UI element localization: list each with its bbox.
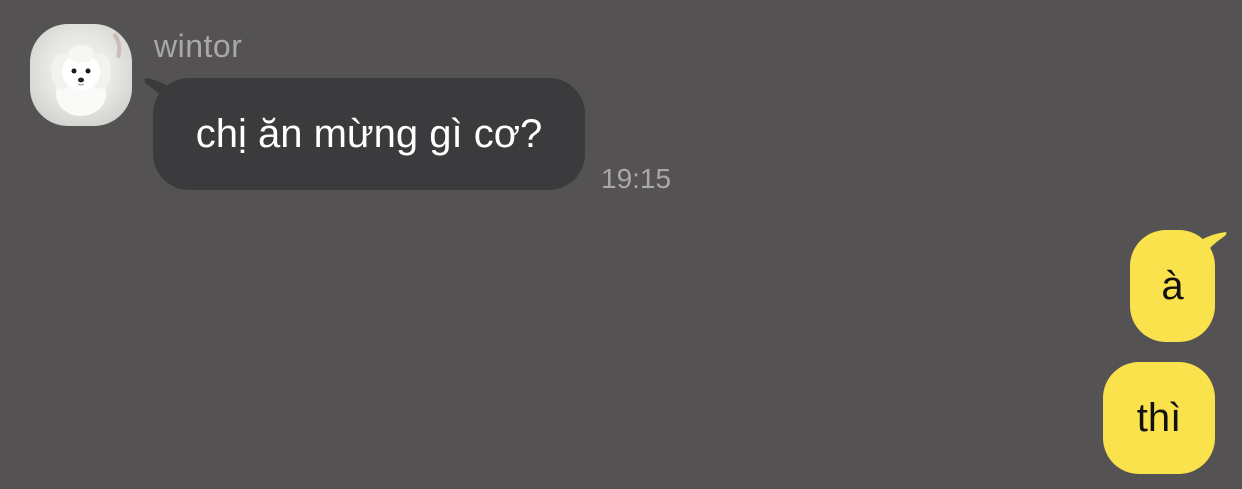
sender-avatar[interactable]: [30, 24, 132, 126]
outgoing-message-bubble[interactable]: à: [1130, 230, 1215, 342]
puppy-icon: [51, 32, 122, 116]
sender-name: wintor: [154, 28, 243, 64]
outgoing-message-bubble[interactable]: thì: [1103, 362, 1215, 474]
incoming-message-bubble[interactable]: chị ăn mừng gì cơ?: [153, 78, 585, 190]
message-timestamp: 19:15: [601, 163, 672, 194]
